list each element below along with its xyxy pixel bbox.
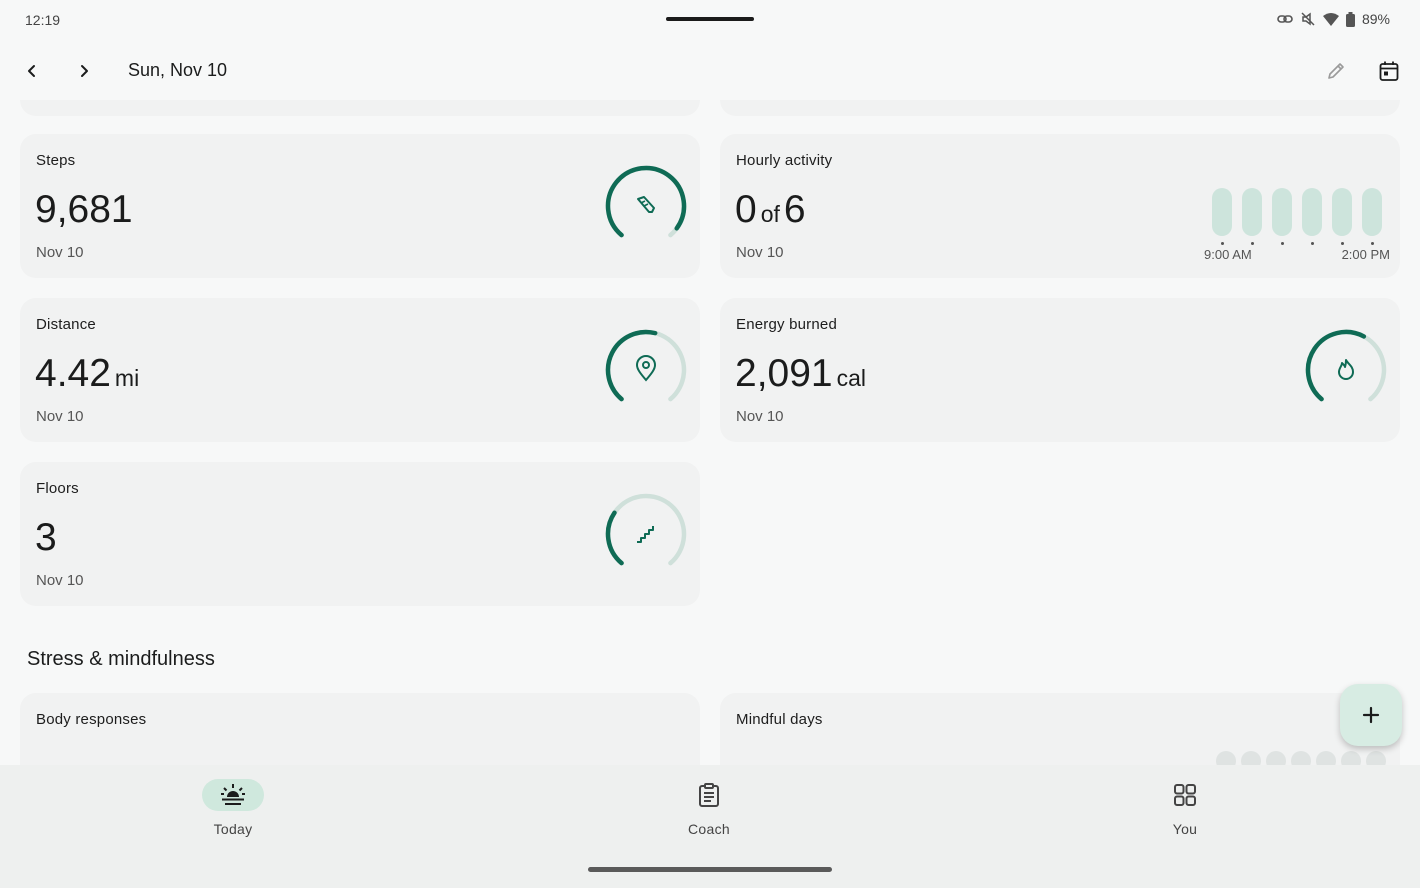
section-title: Stress & mindfulness	[27, 648, 215, 670]
steps-card[interactable]: Steps 9,681 Nov 10	[20, 134, 700, 278]
hourly-start-label: 9:00 AM	[1204, 247, 1252, 262]
status-bar: 12:19 89%	[0, 0, 1420, 40]
card-title: Hourly activity	[736, 152, 833, 169]
card-title: Distance	[36, 316, 96, 333]
camera-pill	[666, 17, 754, 21]
status-time: 12:19	[25, 12, 61, 28]
home-indicator	[588, 867, 832, 872]
previous-day-button[interactable]	[17, 56, 47, 86]
grid-icon	[1174, 784, 1196, 806]
ring-progress	[605, 165, 687, 238]
hour-bar	[1242, 188, 1262, 236]
pencil-icon	[1328, 63, 1344, 79]
hourly-value: 0 of 6	[735, 188, 806, 231]
shoe-icon	[637, 196, 655, 213]
hour-bar	[1302, 188, 1322, 236]
hour-tick	[1311, 242, 1314, 245]
hour-bar	[1212, 188, 1232, 236]
card-date: Nov 10	[736, 408, 784, 425]
nav-coach[interactable]: Coach	[649, 779, 769, 837]
steps-progress-ring	[605, 165, 687, 238]
energy-value: 2,091 cal	[735, 352, 867, 395]
card-title: Floors	[36, 480, 79, 497]
hourly-activity-card[interactable]: Hourly activity 0 of 6 Nov 10 9:00 AM 2:00…	[720, 134, 1400, 278]
status-icons: 89%	[1277, 11, 1390, 27]
hour-tick	[1221, 242, 1224, 245]
nav-label: Coach	[688, 821, 730, 837]
distance-value: 4.42 mi	[35, 352, 140, 395]
battery-percent: 89%	[1361, 11, 1390, 27]
hour-bar	[1272, 188, 1292, 236]
floors-value: 3	[35, 516, 57, 559]
date-title: Sun, Nov 10	[128, 60, 228, 80]
top-app-bar: Sun, Nov 10	[0, 44, 1420, 98]
card-date: Nov 10	[36, 408, 84, 425]
wifi-icon	[1322, 12, 1339, 26]
hour-tick	[1281, 242, 1284, 245]
card-peek-left	[20, 100, 700, 116]
nav-today[interactable]: Today	[173, 779, 293, 837]
floors-progress-ring	[605, 493, 687, 566]
ring-track	[605, 493, 687, 566]
battery-icon	[1345, 11, 1355, 27]
card-title: Steps	[36, 152, 76, 169]
add-button[interactable]	[1340, 684, 1402, 746]
nav-label: You	[1172, 821, 1198, 837]
hour-bar	[1332, 188, 1352, 236]
energy-burned-card[interactable]: Energy burned 2,091 cal Nov 10	[720, 298, 1400, 442]
card-title: Energy burned	[736, 316, 838, 333]
nav-you[interactable]: You	[1125, 779, 1245, 837]
hourly-end-label: 2:00 PM	[1341, 247, 1390, 262]
chevron-left-icon	[28, 65, 35, 77]
calendar-icon	[1379, 61, 1399, 81]
mute-icon	[1300, 11, 1316, 27]
distance-progress-ring	[605, 329, 687, 402]
next-day-button[interactable]	[69, 56, 99, 86]
hour-tick	[1251, 242, 1254, 245]
card-title: Mindful days	[736, 711, 823, 728]
chevron-right-icon	[81, 65, 88, 77]
hour-bar	[1362, 188, 1382, 236]
energy-progress-ring	[1305, 329, 1387, 402]
sunrise-icon	[221, 784, 245, 805]
card-title: Body responses	[36, 711, 147, 728]
floors-card[interactable]: Floors 3 Nov 10	[20, 462, 700, 606]
stairs-icon	[637, 526, 654, 543]
card-date: Nov 10	[36, 244, 84, 261]
hour-tick	[1341, 242, 1344, 245]
hour-tick	[1371, 242, 1374, 245]
ring-progress	[605, 510, 624, 566]
edit-button[interactable]	[1321, 56, 1351, 86]
plus-icon	[1362, 706, 1380, 724]
hourly-bar-chart: 9:00 AM 2:00 PM	[1204, 188, 1390, 264]
location-pin-icon	[635, 355, 657, 382]
flame-icon	[1338, 359, 1354, 380]
card-date: Nov 10	[36, 572, 84, 589]
card-date: Nov 10	[736, 244, 784, 261]
card-peek-right	[720, 100, 1400, 116]
nav-label: Today	[213, 821, 253, 837]
ring-progress	[1305, 329, 1367, 402]
calendar-button[interactable]	[1374, 56, 1404, 86]
link-icon	[1277, 14, 1293, 24]
distance-card[interactable]: Distance 4.42 mi Nov 10	[20, 298, 700, 442]
steps-value: 9,681	[35, 188, 133, 231]
clipboard-icon	[699, 783, 719, 807]
nav-today-indicator	[202, 779, 264, 811]
